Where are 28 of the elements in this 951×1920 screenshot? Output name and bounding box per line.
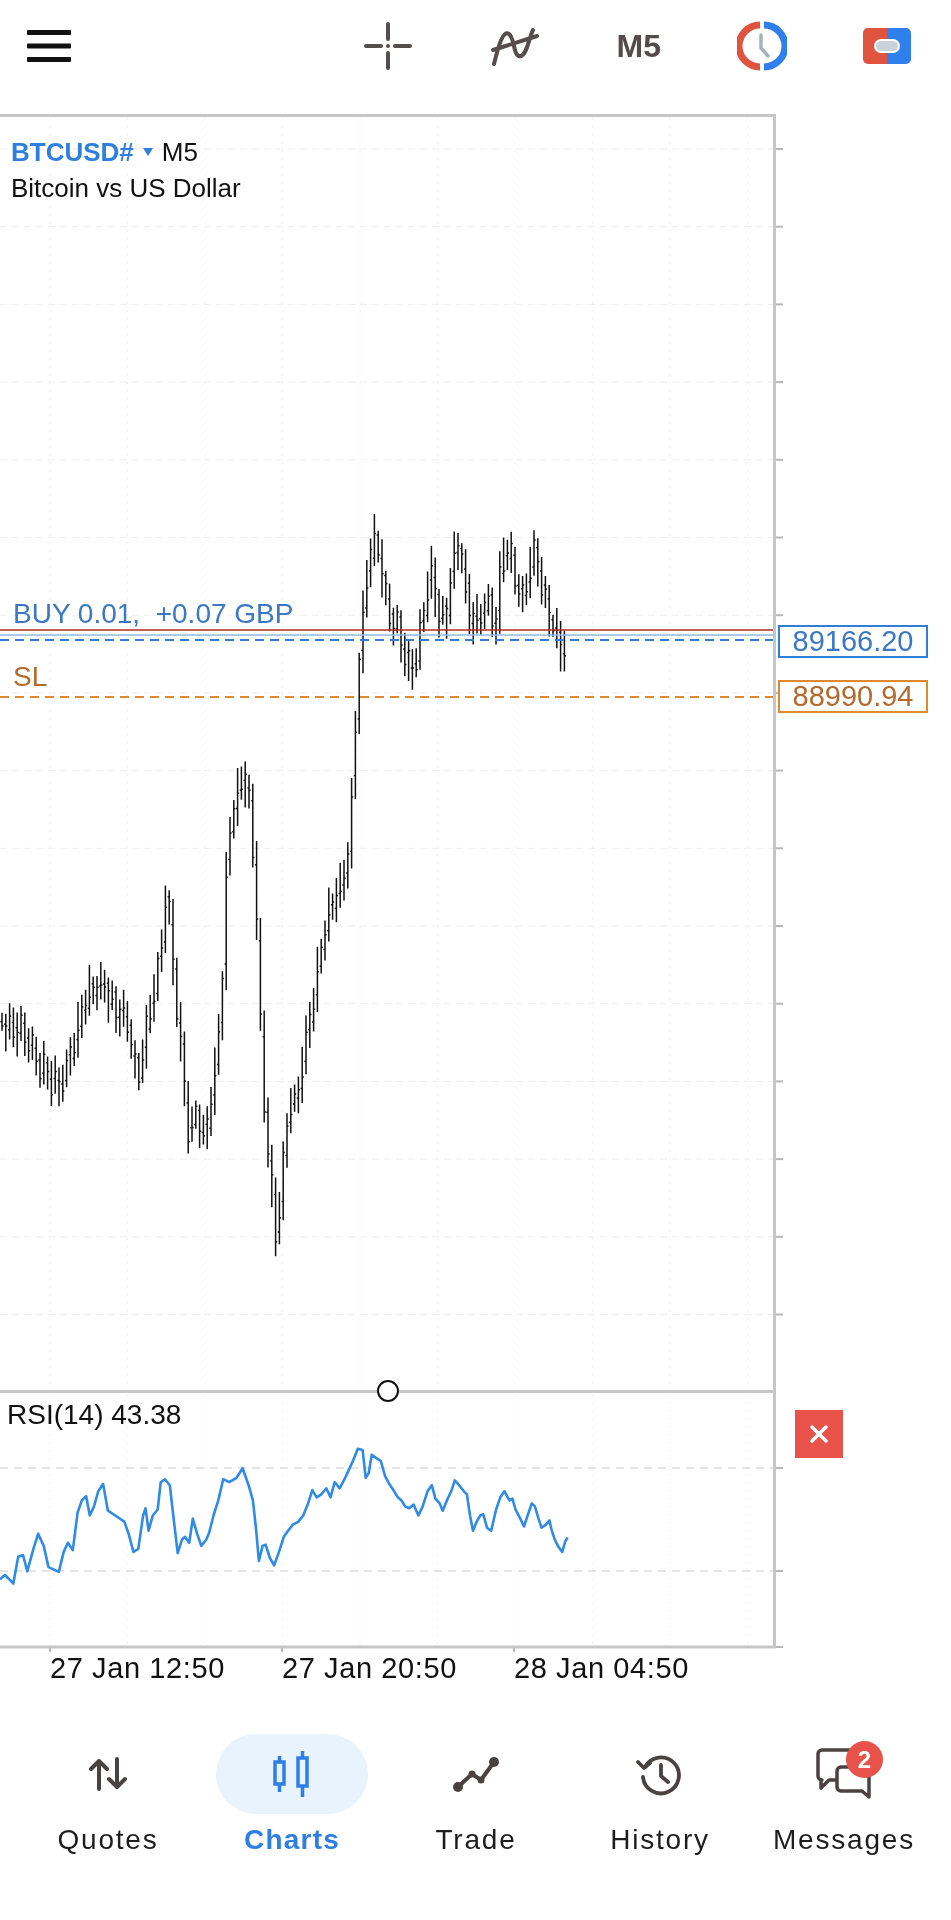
timeframe-label: M5 [161, 136, 198, 168]
nav-tab[interactable]: Trade [400, 1734, 552, 1856]
price-tag: 89166.20 [778, 625, 928, 658]
caret-icon [142, 148, 153, 156]
time-label: 27 Jan 12:50 [50, 1652, 225, 1684]
timeframe-button[interactable]: M5 [616, 28, 661, 64]
remove-indicator-button[interactable] [795, 1410, 843, 1458]
pane-resize-handle[interactable] [377, 1380, 399, 1402]
clock-ring-icon[interactable] [737, 21, 787, 71]
line-graph-icon [452, 1754, 500, 1794]
menu-icon[interactable] [27, 30, 71, 62]
up-down-arrows-icon [88, 1756, 128, 1792]
symbol-description: Bitcoin vs US Dollar [11, 172, 241, 205]
nav-tab[interactable]: History [584, 1734, 736, 1856]
level-label: BUY 0.01, +0.07 GBP [13, 600, 294, 628]
nav-tab[interactable]: Quotes [32, 1734, 184, 1856]
time-label: 27 Jan 20:50 [282, 1652, 457, 1684]
close-icon [809, 1424, 829, 1444]
nav-tab[interactable]: 2 Messages [768, 1734, 920, 1856]
time-label: 28 Jan 04:50 [514, 1652, 689, 1684]
crosshair-icon[interactable] [362, 21, 413, 71]
indicator-label: RSI(14) 43.38 [7, 1401, 182, 1429]
notification-badge: 2 [846, 1741, 883, 1778]
symbol-name[interactable]: BTCUSD# [11, 136, 134, 168]
level-label: SL [13, 663, 48, 691]
candlestick-icon [272, 1749, 312, 1799]
price-tag: 88990.94 [778, 680, 928, 713]
toggle-icon[interactable] [863, 28, 911, 64]
